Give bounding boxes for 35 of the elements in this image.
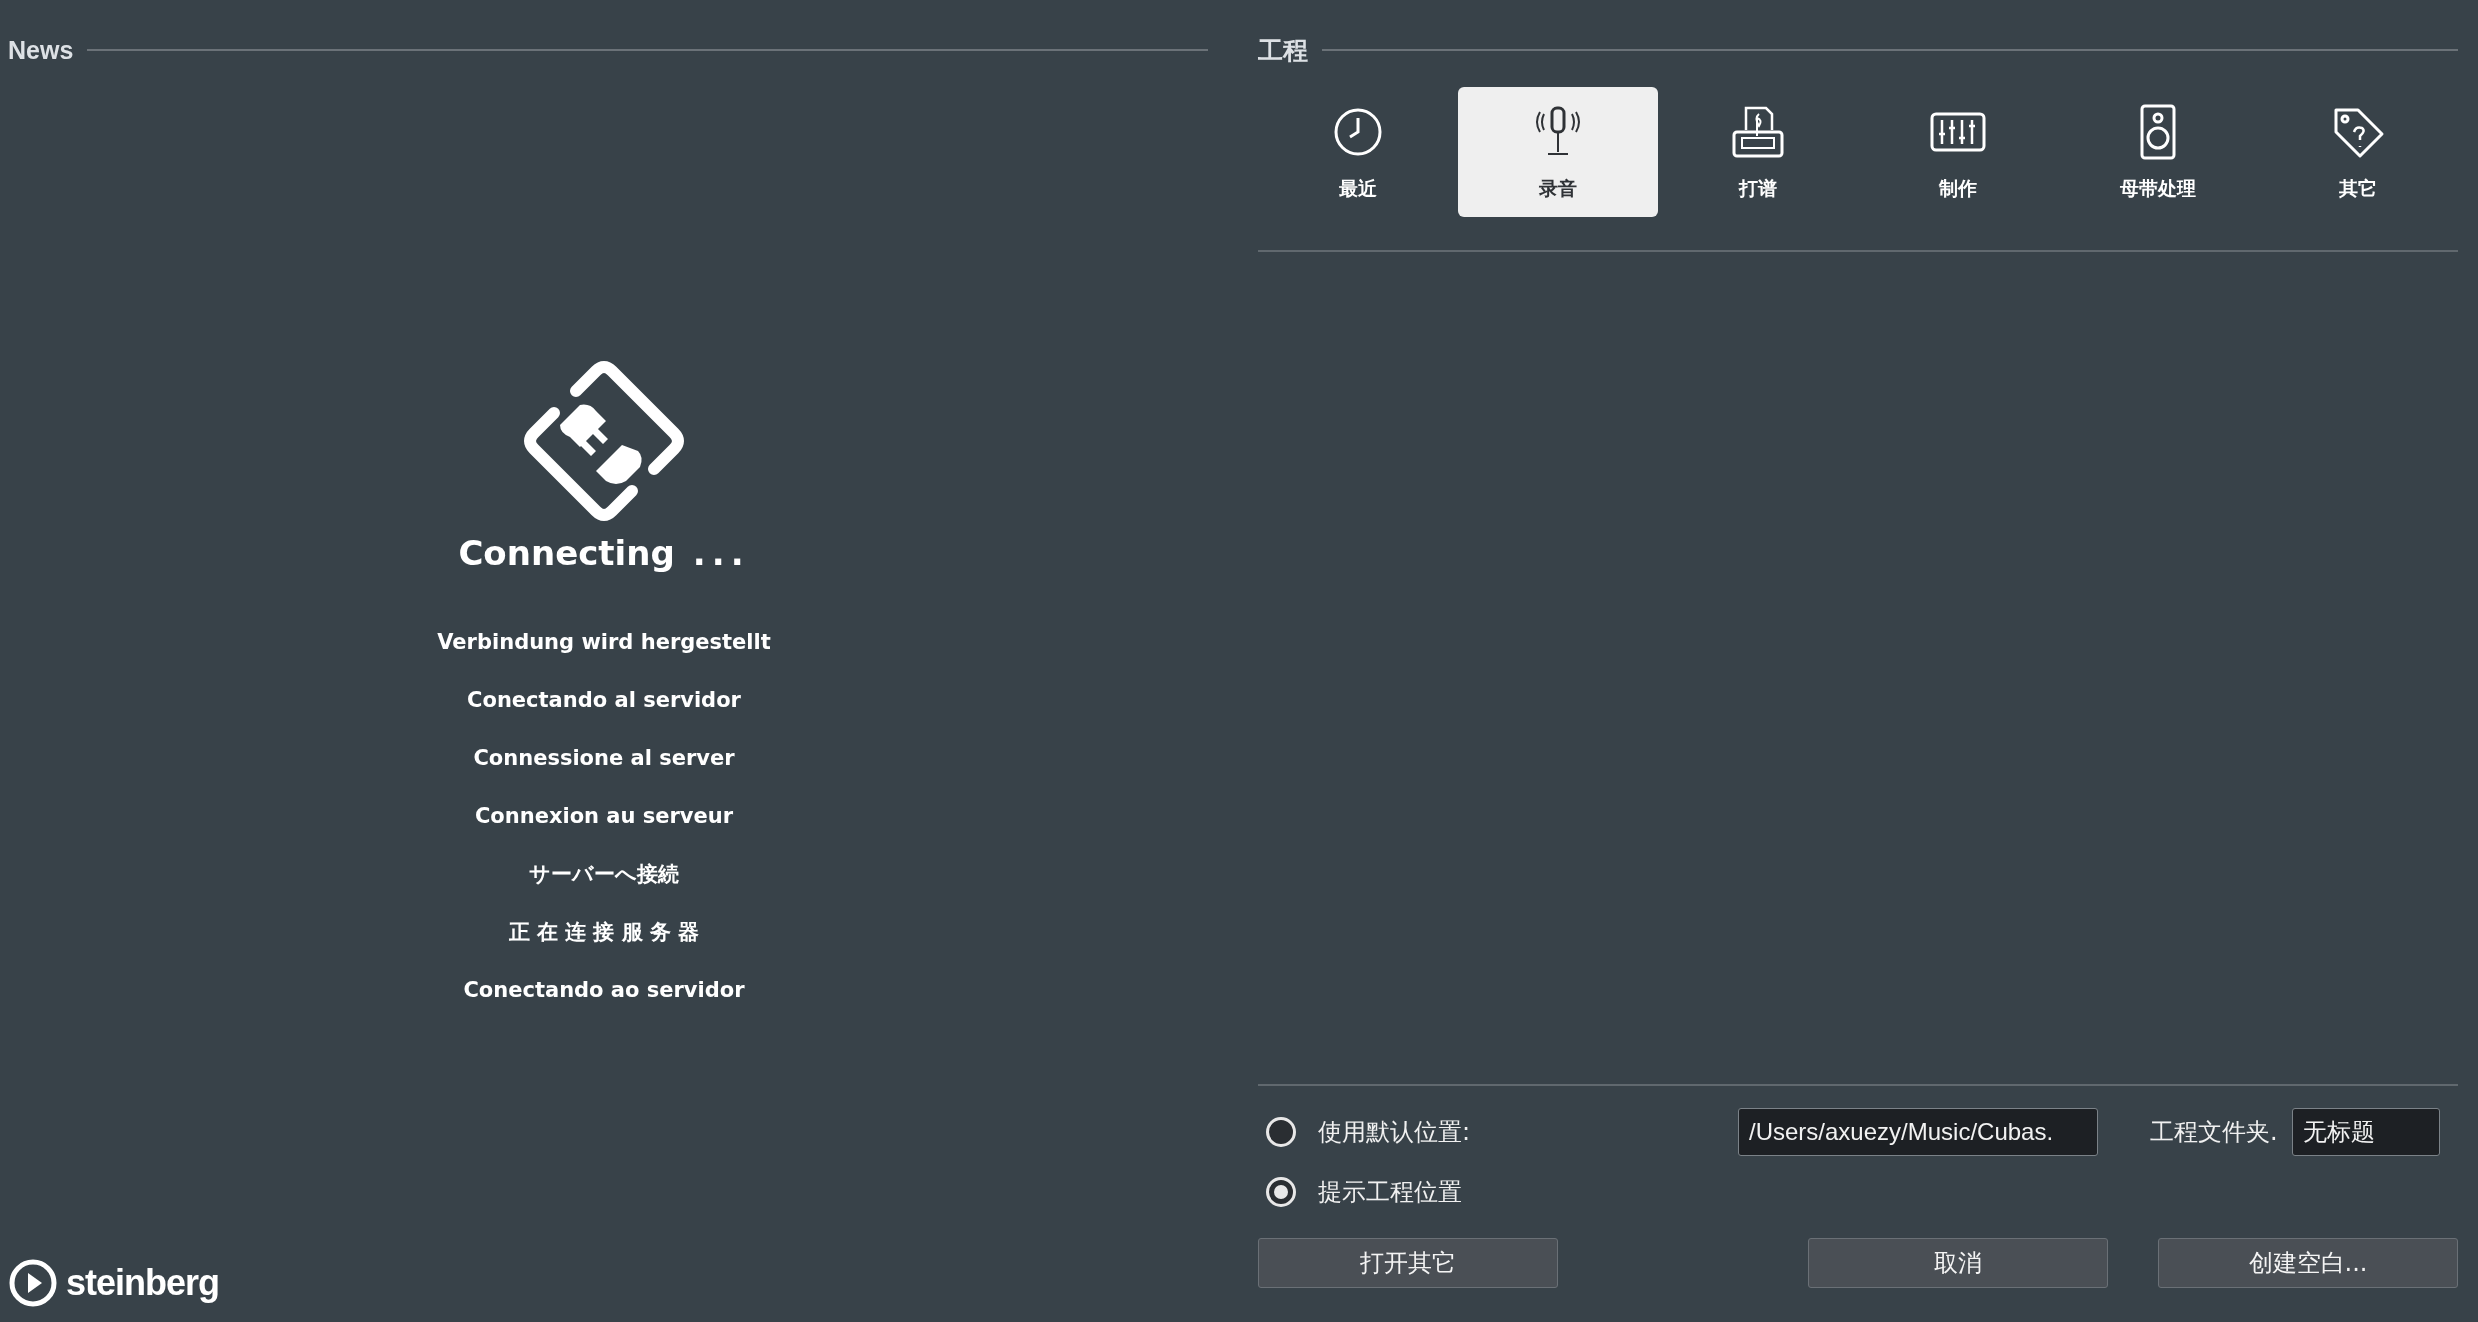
connecting-message: サーバーへ接続	[529, 861, 679, 888]
tab-label: 打谱	[1739, 176, 1777, 201]
tab-label: 录音	[1539, 176, 1577, 201]
radio-button[interactable]	[1266, 1117, 1296, 1147]
create-empty-button[interactable]: 创建空白...	[2158, 1238, 2458, 1288]
cancel-button[interactable]: 取消	[1808, 1238, 2108, 1288]
project-category-tab[interactable]: 母带处理	[2058, 87, 2258, 217]
connecting-message: Conectando ao servidor	[463, 977, 745, 1004]
connecting-message: 正 在 连 接 服 务 器	[508, 919, 700, 946]
project-heading: 工程	[1258, 34, 1308, 66]
steinberg-logo-text: steinberg	[66, 1262, 220, 1304]
connecting-message: Connexion au serveur	[474, 803, 734, 830]
tab-label: 最近	[1339, 176, 1377, 201]
folder-label: 工程文件夹.	[2150, 1117, 2278, 1148]
connecting-message: Connessione al server	[473, 745, 735, 772]
loading-dots: ...	[692, 533, 750, 573]
radio-label: 使用默认位置:	[1318, 1117, 1472, 1148]
tab-label: 制作	[1939, 176, 1977, 201]
path-field[interactable]: /Users/axuezy/Music/Cubas.	[1738, 1108, 2098, 1156]
play-circle-logo-icon	[8, 1258, 58, 1308]
folder-name-field[interactable]: 无标题	[2291, 1108, 2440, 1156]
open-other-button[interactable]: 打开其它	[1258, 1238, 1558, 1288]
project-category-tab[interactable]: 打谱	[1658, 87, 1858, 217]
radio-button[interactable]	[1266, 1177, 1296, 1207]
tab-label: 其它	[2339, 176, 2377, 201]
connecting-message: Conectando al servidor	[467, 687, 741, 714]
news-heading: News	[8, 35, 74, 65]
project-category-tab[interactable]: 录音	[1458, 87, 1658, 217]
tab-label: 母带处理	[2120, 176, 2196, 201]
radio-label: 提示工程位置	[1318, 1177, 1463, 1208]
project-category-tab[interactable]: 最近	[1258, 87, 1458, 217]
connecting-status: Connecting	[458, 533, 675, 573]
connecting-message: Verbindung wird hergestellt	[437, 629, 771, 656]
project-category-tab[interactable]: 制作	[1858, 87, 2058, 217]
project-category-tab[interactable]: 其它	[2258, 87, 2458, 217]
